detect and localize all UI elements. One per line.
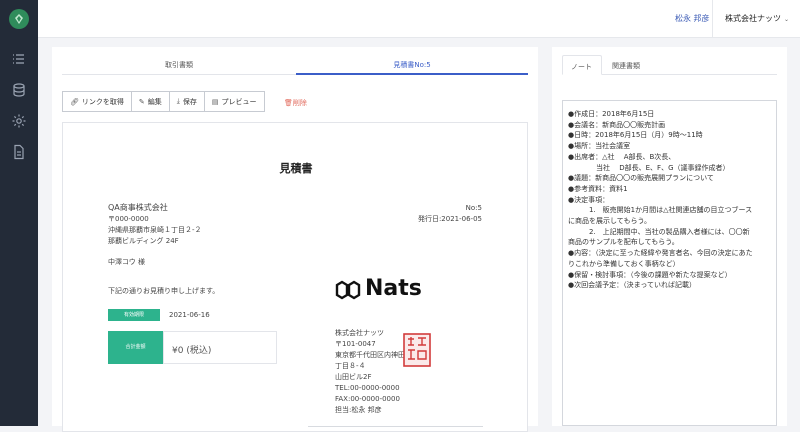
nats-logo-icon — [335, 280, 361, 300]
edit-label: 編集 — [147, 97, 162, 106]
valid-until-date: 2021-06-16 — [169, 311, 210, 319]
document-title: 見積書 — [279, 162, 313, 175]
link-icon: 🔗︎ — [70, 97, 79, 106]
save-button[interactable]: ⤓ 保存 — [168, 91, 205, 112]
issuer-fax: FAX:00-0000-0000 — [335, 395, 400, 403]
tab-estimate[interactable]: 見積書No:5 — [296, 60, 528, 70]
file-icon: ▤ — [211, 97, 219, 106]
document-divider — [308, 426, 483, 427]
get-link-button[interactable]: 🔗︎ リンクを取得 — [62, 91, 132, 112]
total-amount: ¥0 (税込) — [172, 346, 212, 356]
valid-until-badge: 有効期限 — [108, 309, 160, 321]
issuer-company: 株式会社ナッツ — [335, 329, 384, 337]
save-label: 保存 — [182, 97, 197, 106]
estimate-number: No:5 — [465, 204, 482, 212]
top-bar: 松永 邦彦 株式会社ナッツ ⌄ — [38, 0, 800, 38]
issuer-postcode: 〒101-0047 — [335, 340, 376, 348]
divider — [712, 0, 713, 38]
tab-transaction-documents[interactable]: 取引書類 — [62, 60, 296, 70]
total-amount-box: ¥0 (税込) — [163, 331, 277, 364]
chevron-down-icon: ⌄ — [784, 16, 790, 23]
preview-label: プレビュー — [221, 97, 257, 106]
get-link-label: リンクを取得 — [81, 97, 124, 106]
document-tabs: 取引書類 見積書No:5 — [62, 57, 528, 75]
company-selector[interactable]: 株式会社ナッツ ⌄ — [725, 13, 789, 24]
company-seal-stamp — [403, 333, 431, 367]
tab-related-documents[interactable]: 関連書類 — [604, 55, 648, 75]
estimate-document: 見積書 QA商事株式会社 〒000-0000 沖縄県那覇市泉崎１丁目２-２ 那覇… — [62, 122, 528, 432]
tab-notes[interactable]: ノート — [562, 55, 602, 75]
issuer-address-2: 丁目８-４ — [335, 362, 366, 370]
client-building: 那覇ビルディング 24F — [108, 237, 179, 245]
preview-button[interactable]: ▤ プレビュー — [203, 91, 265, 112]
trash-icon: 🗑︎ — [284, 99, 293, 107]
leaf-logo-icon[interactable] — [9, 9, 29, 29]
pencil-icon: ✎ — [138, 97, 145, 106]
gear-icon[interactable] — [11, 113, 27, 129]
download-icon: ⤓ — [176, 97, 180, 105]
issuer-building: 山田ビル2F — [335, 373, 372, 381]
issuer-tel: TEL:00-0000-0000 — [335, 384, 400, 392]
total-label-badge: 合計金額 — [108, 331, 163, 364]
notes-tabs: ノート 関連書類 — [562, 55, 777, 75]
client-postcode: 〒000-0000 — [108, 215, 149, 223]
list-icon[interactable] — [11, 51, 27, 67]
company-name: 株式会社ナッツ — [725, 14, 781, 23]
document-panel: 取引書類 見積書No:5 🔗︎ リンクを取得 ✎ 編集 ⤓ 保存 ▤ プレビュー 🗑︎削… — [52, 47, 538, 432]
database-icon[interactable] — [11, 82, 27, 98]
note-textarea[interactable]: ●作成日：2018年6月15日 ●会議名：新商品〇〇販売計画 ●日時：2018年… — [562, 100, 777, 426]
delete-button[interactable]: 🗑︎削除 — [284, 98, 307, 108]
active-tab-indicator — [296, 73, 528, 75]
note-content: ●作成日：2018年6月15日 ●会議名：新商品〇〇販売計画 ●日時：2018年… — [568, 110, 753, 290]
document-icon[interactable] — [11, 144, 27, 160]
issuer-address: 東京都千代田区内神田 — [335, 351, 405, 359]
client-person: 中澤コウ 様 — [108, 258, 145, 266]
toolbar: 🔗︎ リンクを取得 ✎ 編集 ⤓ 保存 ▤ プレビュー — [62, 91, 265, 112]
client-company: QA商事株式会社 — [108, 203, 168, 212]
issuer-contact: 担当:松永 邦彦 — [335, 406, 382, 414]
user-name[interactable]: 松永 邦彦 — [675, 13, 710, 24]
brand-name: Nats — [365, 276, 422, 301]
notes-panel: ノート 関連書類 ●作成日：2018年6月15日 ●会議名：新商品〇〇販売計画 … — [552, 47, 787, 426]
estimate-message: 下記の通りお見積り申し上げます。 — [108, 287, 220, 295]
issue-date: 発行日:2021-06-05 — [417, 215, 482, 223]
edit-button[interactable]: ✎ 編集 — [130, 91, 170, 112]
delete-label: 削除 — [292, 99, 307, 107]
client-address: 沖縄県那覇市泉崎１丁目２-２ — [108, 226, 202, 234]
sidebar — [0, 0, 38, 426]
